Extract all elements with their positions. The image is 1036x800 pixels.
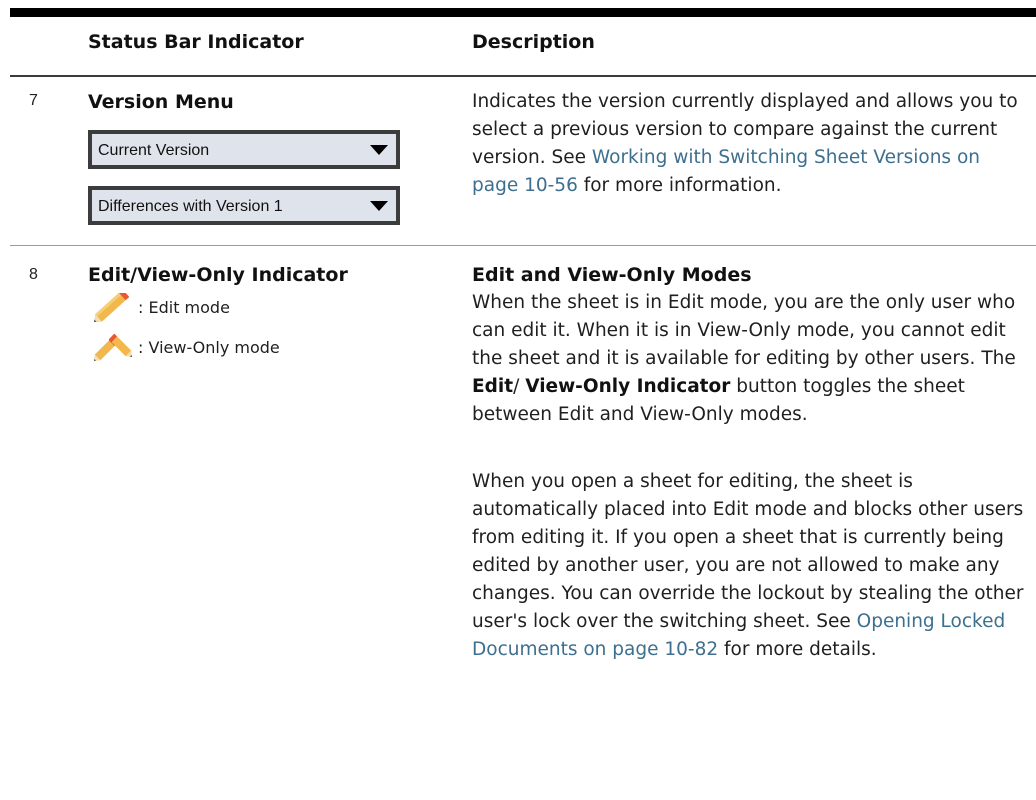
description-heading: Edit and View-Only Modes <box>472 264 752 286</box>
header-status-bar-indicator: Status Bar Indicator <box>88 31 304 53</box>
row-description: Indicates the version currently displaye… <box>472 88 1032 200</box>
dropdown-value: Differences with Version 1 <box>98 198 283 215</box>
row-title-edit-view-only-indicator: Edit/View-Only Indicator <box>88 264 348 286</box>
pencil-icon <box>94 293 130 322</box>
table-header: Status Bar Indicator Description <box>10 17 1036 77</box>
table-row: 8 Edit/View-Only Indicator : Edit mode:… <box>10 246 1036 800</box>
legend-label: : View-Only mode <box>138 338 280 357</box>
pencils-icon <box>94 333 132 361</box>
description-text: / <box>513 376 526 397</box>
row-number: 8 <box>29 266 38 283</box>
description-text: for more information. <box>577 175 782 196</box>
version-dropdown-differences[interactable]: Differences with Version 1 <box>88 186 400 225</box>
header-description: Description <box>472 31 595 53</box>
table-top-rule <box>10 8 1036 17</box>
description-text: When the sheet is in Edit mode, you are … <box>472 292 1016 369</box>
bold-term-edit: Edit <box>472 376 514 397</box>
version-dropdown-current[interactable]: Current Version <box>88 130 400 169</box>
document-page: Status Bar Indicator Description 7 Versi… <box>0 0 1036 800</box>
row-description: Edit and View-Only Modes When the sheet i… <box>472 261 1032 429</box>
row-title-version-menu: Version Menu <box>88 91 234 113</box>
description-text: When you open a sheet for editing, the s… <box>472 471 1024 632</box>
legend-label: : Edit mode <box>138 298 230 317</box>
row-number: 7 <box>29 92 38 109</box>
chevron-down-icon <box>370 145 388 155</box>
dropdown-value: Current Version <box>98 142 210 159</box>
description-text: for more details. <box>718 639 877 660</box>
row-description-paragraph: When you open a sheet for editing, the s… <box>472 468 1032 664</box>
chevron-down-icon <box>370 201 388 211</box>
table-row: 7 Version Menu Current Version Differenc… <box>10 77 1036 246</box>
bold-term-view-only-indicator: View-Only Indicator <box>525 376 731 397</box>
